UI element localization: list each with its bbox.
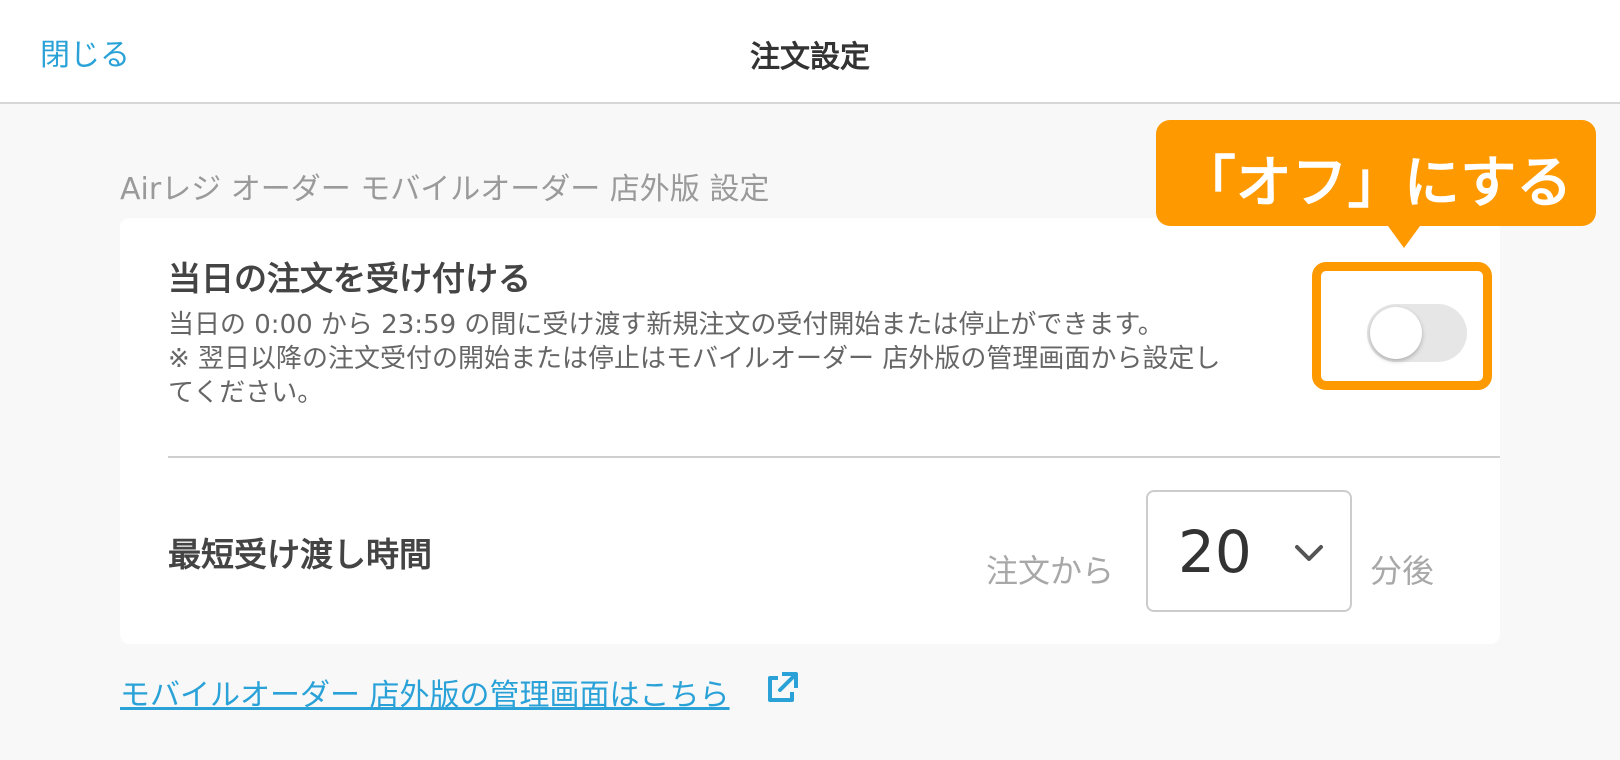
from-order-label: 注文から	[986, 552, 1115, 590]
same-day-orders-toggle[interactable]	[1367, 304, 1467, 362]
min-handover-time-title: 最短受け渡し時間	[168, 535, 432, 574]
admin-page-link[interactable]: モバイルオーダー 店外版の管理画面はこちら	[120, 670, 730, 714]
select-value: 20	[1178, 518, 1252, 586]
settings-card: 当日の注文を受け付ける 当日の 0:00 から 23:59 の間に受け渡す新規注…	[120, 218, 1500, 644]
header-bar: 閉じる 注文設定	[0, 0, 1620, 104]
callout-text: 「オフ」にする	[1179, 151, 1573, 216]
annotation-callout: 「オフ」にする	[1156, 120, 1596, 226]
chevron-down-icon	[1295, 545, 1323, 561]
description-line-1: 当日の 0:00 から 23:59 の間に受け渡す新規注文の受付開始または停止が…	[168, 310, 1164, 340]
same-day-orders-title: 当日の注文を受け付ける	[168, 259, 531, 298]
toggle-highlight-box	[1312, 262, 1492, 390]
divider	[168, 456, 1500, 458]
same-day-orders-description: 当日の 0:00 から 23:59 の間に受け渡す新規注文の受付開始または停止が…	[168, 308, 1278, 410]
description-line-2: ※ 翌日以降の注文受付の開始または停止はモバイルオーダー 店外版の管理画面から設…	[168, 344, 1221, 374]
description-line-3: てください。	[168, 378, 324, 408]
toggle-knob	[1370, 307, 1422, 359]
handover-minutes-select[interactable]: 20	[1146, 490, 1352, 612]
callout-pointer	[1388, 226, 1420, 248]
section-title: Airレジ オーダー モバイルオーダー 店外版 設定	[120, 172, 770, 207]
minutes-after-label: 分後	[1370, 552, 1435, 590]
page-title: 注文設定	[750, 40, 870, 75]
external-link-icon[interactable]	[764, 670, 800, 706]
